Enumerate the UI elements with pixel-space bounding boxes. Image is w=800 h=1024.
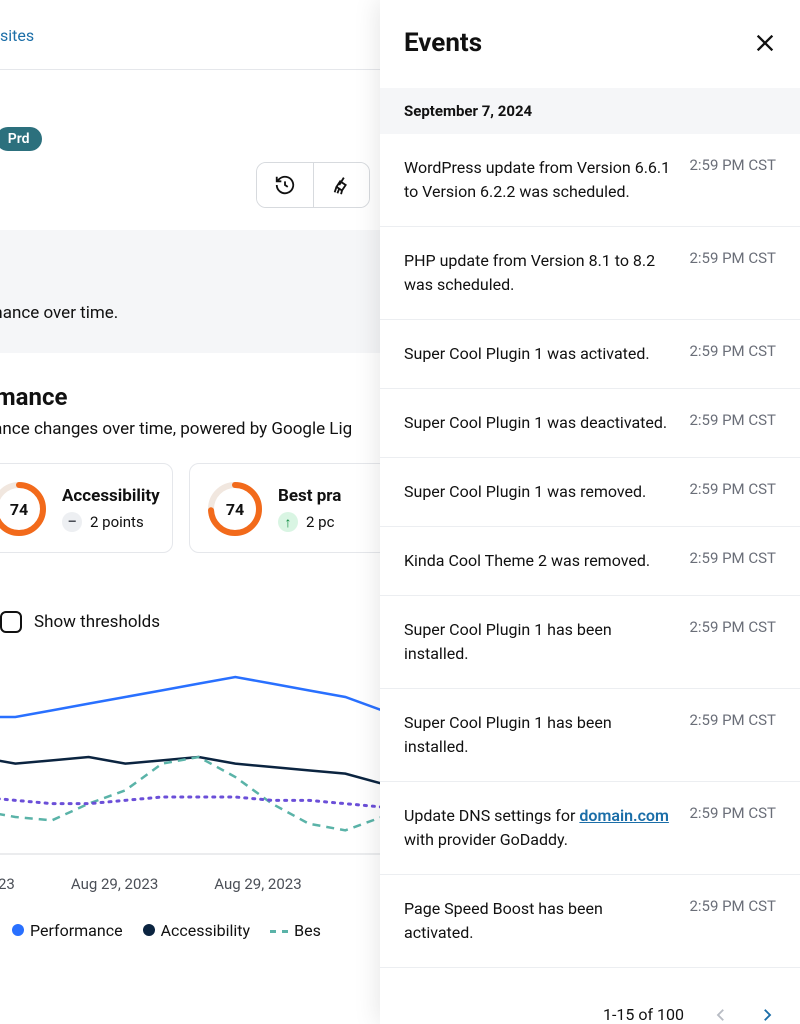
score-value: 74 — [0, 482, 46, 536]
summary-subtext: performance over time. — [0, 303, 380, 323]
pager-next[interactable] — [758, 1006, 776, 1024]
pager-prev — [712, 1006, 730, 1024]
event-message: Super Cool Plugin 1 was activated. — [404, 342, 650, 366]
thresholds-checkbox[interactable] — [0, 611, 22, 633]
legend-item[interactable]: Bes — [270, 921, 321, 940]
event-time: 2:59 PM CST — [689, 897, 776, 945]
event-row: Super Cool Plugin 1 has been installed. 2… — [380, 689, 800, 782]
toolbar — [256, 162, 370, 208]
score-card[interactable]: 74 Accessibility – 2 points — [0, 463, 173, 553]
event-message: Kinda Cool Theme 2 was removed. — [404, 549, 650, 573]
event-message: Super Cool Plugin 1 has been installed. — [404, 711, 673, 759]
score-cards: 74 74 Accessibility – 2 points 74 Best pra… — [0, 439, 380, 553]
event-row: WordPress update from Version 6.6.1 to V… — [380, 134, 800, 227]
broom-icon — [331, 174, 353, 196]
events-date: September 7, 2024 — [380, 88, 800, 134]
score-value: 74 — [208, 482, 262, 536]
event-time: 2:59 PM CST — [689, 480, 776, 504]
history-icon — [274, 174, 296, 196]
events-title: Events — [404, 28, 482, 58]
event-message: Super Cool Plugin 1 was removed. — [404, 480, 646, 504]
score-card[interactable]: 74 Best pra ↑ 2 pc — [189, 463, 389, 553]
event-message: PHP update from Version 8.1 to 8.2 was s… — [404, 249, 673, 297]
env-badge: Prd — [0, 127, 42, 151]
event-time: 2:59 PM CST — [689, 549, 776, 573]
score-label: Best pra — [278, 486, 341, 506]
summary-card: ce performance over time. — [0, 230, 380, 353]
pager: 1-15 of 100 — [380, 983, 800, 1024]
event-row: Kinda Cool Theme 2 was removed. 2:59 PM C… — [380, 527, 800, 596]
legend-item[interactable]: Performance — [12, 921, 123, 940]
x-tick: Aug 29, 2023 — [214, 875, 301, 893]
event-row: Super Cool Plugin 1 was deactivated. 2:59… — [380, 389, 800, 458]
event-message: Page Speed Boost has been activated. — [404, 897, 673, 945]
event-message: Super Cool Plugin 1 was deactivated. — [404, 411, 667, 435]
event-time: 2:59 PM CST — [689, 711, 776, 759]
perf-heading: erformance — [0, 383, 380, 411]
breadcrumb-sites[interactable]: sites — [0, 10, 380, 70]
clean-button[interactable] — [313, 163, 369, 207]
x-tick: 23 — [0, 875, 15, 893]
event-message: Update DNS settings for domain.com with … — [404, 804, 673, 852]
event-time: 2:59 PM CST — [689, 618, 776, 666]
score-delta: – 2 points — [62, 512, 160, 532]
event-row: Page Speed Boost has been activated. 2:59… — [380, 875, 800, 968]
history-button[interactable] — [257, 163, 313, 207]
score-label: Accessibility — [62, 486, 160, 506]
event-link[interactable]: domain.com — [579, 806, 669, 825]
perf-subtext: erformance changes over time, powered by… — [0, 419, 380, 439]
event-row: Super Cool Plugin 1 was removed. 2:59 PM … — [380, 458, 800, 527]
pager-label: 1-15 of 100 — [603, 1005, 684, 1024]
event-time: 2:59 PM CST — [689, 342, 776, 366]
events-panel: Events September 7, 2024 WordPress updat… — [380, 0, 800, 1024]
event-time: 2:59 PM CST — [689, 249, 776, 297]
event-row: Super Cool Plugin 1 has been installed. 2… — [380, 596, 800, 689]
performance-chart: 23 Aug 29, 2023 Aug 29, 2023 Performance Ac… — [0, 657, 382, 940]
event-time: 2:59 PM CST — [689, 411, 776, 435]
legend-item[interactable]: Accessibility — [143, 921, 251, 940]
thresholds-label: Show thresholds — [34, 612, 160, 632]
score-delta: ↑ 2 pc — [278, 512, 341, 532]
event-row: Super Cool Plugin 1 was activated. 2:59 P… — [380, 320, 800, 389]
x-tick: Aug 29, 2023 — [71, 875, 158, 893]
summary-heading: ce — [0, 260, 380, 293]
event-time: 2:59 PM CST — [689, 156, 776, 204]
event-message: Super Cool Plugin 1 has been installed. — [404, 618, 673, 666]
event-row: PHP update from Version 8.1 to 8.2 was s… — [380, 227, 800, 320]
close-icon[interactable] — [754, 32, 776, 54]
event-time: 2:59 PM CST — [689, 804, 776, 852]
event-message: WordPress update from Version 6.6.1 to V… — [404, 156, 673, 204]
event-row: Update DNS settings for domain.com with … — [380, 782, 800, 875]
